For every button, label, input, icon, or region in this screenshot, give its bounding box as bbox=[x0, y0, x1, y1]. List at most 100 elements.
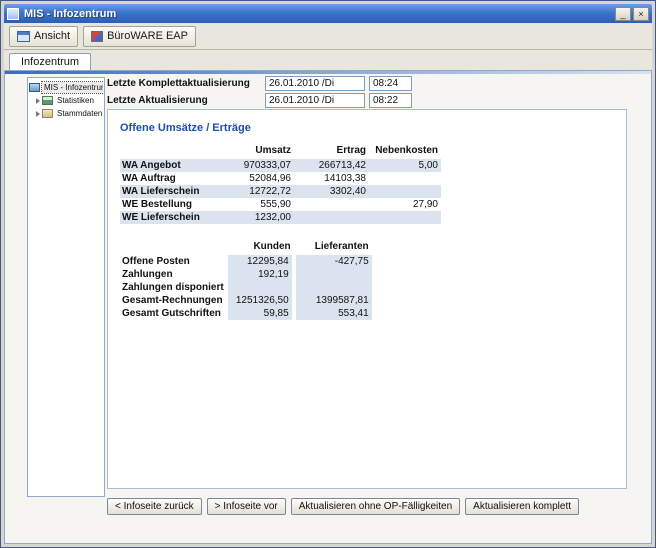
tree-item-mis-infozentrum[interactable]: MIS - Infozentrum bbox=[29, 81, 103, 94]
cell-lieferanten bbox=[294, 281, 372, 294]
time-field[interactable]: 08:24 bbox=[369, 76, 412, 91]
sales-table-header-row: Umsatz Ertrag Nebenkosten bbox=[120, 144, 441, 159]
footer-buttons: < Infoseite zurück > Infoseite vor Aktua… bbox=[107, 498, 579, 515]
col-header-nebenkosten: Nebenkosten bbox=[369, 144, 441, 159]
cell-ertrag: 3302,40 bbox=[294, 185, 369, 198]
cell-umsatz: 12722,72 bbox=[212, 185, 294, 198]
row-label: WE Bestellung bbox=[120, 198, 212, 211]
table-row: WA Angebot970333,07266713,425,00 bbox=[120, 159, 441, 172]
table-row: WA Auftrag52084,9614103,38 bbox=[120, 172, 441, 185]
table-row: WE Lieferschein1232,00 bbox=[120, 211, 441, 224]
row-label: Offene Posten bbox=[120, 255, 226, 268]
col-header-blank bbox=[120, 240, 226, 255]
row-label: Zahlungen disponiert bbox=[120, 281, 226, 294]
table-row: Zahlungen192,19 bbox=[120, 268, 372, 281]
update-row: Letzte Komplettaktualisierung 26.01.2010… bbox=[107, 75, 412, 91]
table-row: WA Lieferschein12722,723302,40 bbox=[120, 185, 441, 198]
navigation-tree: MIS - Infozentrum Statistiken Stammdaten bbox=[27, 77, 105, 497]
minimize-button[interactable]: _ bbox=[615, 7, 631, 21]
eap-button-label: BüroWARE EAP bbox=[107, 30, 188, 42]
bueroware-eap-button[interactable]: BüroWARE EAP bbox=[83, 26, 196, 47]
accounts-table: Kunden Lieferanten Offene Posten12295,84… bbox=[120, 240, 372, 320]
cell-nebenkosten bbox=[369, 172, 441, 185]
row-label: Gesamt Gutschriften bbox=[120, 307, 226, 320]
date-field[interactable]: 26.01.2010 /Di bbox=[265, 76, 365, 91]
col-header-ertrag: Ertrag bbox=[294, 144, 369, 159]
cell-nebenkosten: 5,00 bbox=[369, 159, 441, 172]
cell-umsatz: 555,90 bbox=[212, 198, 294, 211]
cell-nebenkosten: 27,90 bbox=[369, 198, 441, 211]
tree-item-label: Statistiken bbox=[55, 95, 96, 106]
accent-strip bbox=[5, 71, 651, 74]
app-window: MIS - Infozentrum _ × Ansicht BüroWARE E… bbox=[0, 0, 656, 548]
main-area: MIS - Infozentrum Statistiken Stammdaten… bbox=[4, 70, 652, 544]
cell-umsatz: 1232,00 bbox=[212, 211, 294, 224]
tab-infozentrum[interactable]: Infozentrum bbox=[9, 53, 91, 70]
row-label: WE Lieferschein bbox=[120, 211, 212, 224]
accounts-table-header-row: Kunden Lieferanten bbox=[120, 240, 372, 255]
update-info: Letzte Komplettaktualisierung 26.01.2010… bbox=[107, 75, 412, 109]
table-row: Gesamt-Rechnungen1251326,501399587,81 bbox=[120, 294, 372, 307]
masterdata-icon bbox=[42, 109, 53, 118]
infoseite-vor-button[interactable]: > Infoseite vor bbox=[207, 498, 286, 515]
app-icon bbox=[7, 8, 19, 20]
col-header-blank bbox=[120, 144, 212, 159]
cell-ertrag bbox=[294, 211, 369, 224]
infocenter-icon bbox=[29, 83, 40, 92]
tabstrip: Infozentrum bbox=[4, 50, 652, 70]
update-row: Letzte Aktualisierung 26.01.2010 /Di 08:… bbox=[107, 92, 412, 108]
cell-kunden: 59,85 bbox=[226, 307, 294, 320]
close-button[interactable]: × bbox=[633, 7, 649, 21]
cell-nebenkosten bbox=[369, 211, 441, 224]
cell-lieferanten bbox=[294, 268, 372, 281]
cell-ertrag: 266713,42 bbox=[294, 159, 369, 172]
col-header-lieferanten: Lieferanten bbox=[294, 240, 372, 255]
aktualisieren-komplett-button[interactable]: Aktualisieren komplett bbox=[465, 498, 579, 515]
aktualisieren-ohne-op-faelligkeiten-button[interactable]: Aktualisieren ohne OP-Fälligkeiten bbox=[291, 498, 460, 515]
row-label: Gesamt-Rechnungen bbox=[120, 294, 226, 307]
table-row: Offene Posten12295,84-427,75 bbox=[120, 255, 372, 268]
cell-ertrag: 14103,38 bbox=[294, 172, 369, 185]
view-icon bbox=[17, 31, 30, 42]
tree-item-label: Stammdaten bbox=[55, 108, 103, 119]
expander-icon[interactable] bbox=[36, 98, 40, 104]
cell-umsatz: 970333,07 bbox=[212, 159, 294, 172]
ansicht-button-label: Ansicht bbox=[34, 30, 70, 42]
statistics-icon bbox=[42, 96, 53, 105]
report-panel: Offene Umsätze / Erträge Umsatz Ertrag N… bbox=[107, 109, 627, 489]
infoseite-zurueck-button[interactable]: < Infoseite zurück bbox=[107, 498, 202, 515]
cell-nebenkosten bbox=[369, 185, 441, 198]
cell-kunden: 192,19 bbox=[226, 268, 294, 281]
row-label: Zahlungen bbox=[120, 268, 226, 281]
row-label: WA Angebot bbox=[120, 159, 212, 172]
cell-umsatz: 52084,96 bbox=[212, 172, 294, 185]
cell-lieferanten: 553,41 bbox=[294, 307, 372, 320]
tree-item-statistiken[interactable]: Statistiken bbox=[29, 94, 103, 107]
col-header-kunden: Kunden bbox=[226, 240, 294, 255]
date-field[interactable]: 26.01.2010 /Di bbox=[265, 93, 365, 108]
table-row: Gesamt Gutschriften59,85553,41 bbox=[120, 307, 372, 320]
cell-kunden: 1251326,50 bbox=[226, 294, 294, 307]
cell-ertrag bbox=[294, 198, 369, 211]
titlebar[interactable]: MIS - Infozentrum _ × bbox=[4, 4, 652, 23]
toolbar: Ansicht BüroWARE EAP bbox=[4, 23, 652, 50]
row-label: WA Auftrag bbox=[120, 172, 212, 185]
report-heading: Offene Umsätze / Erträge bbox=[120, 122, 626, 134]
window-title: MIS - Infozentrum bbox=[24, 8, 613, 20]
cell-kunden: 12295,84 bbox=[226, 255, 294, 268]
expander-icon[interactable] bbox=[36, 111, 40, 117]
time-field[interactable]: 08:22 bbox=[369, 93, 412, 108]
update-label: Letzte Aktualisierung bbox=[107, 95, 265, 106]
update-label: Letzte Komplettaktualisierung bbox=[107, 78, 265, 89]
sales-table: Umsatz Ertrag Nebenkosten WA Angebot9703… bbox=[120, 144, 441, 224]
tree-item-label: MIS - Infozentrum bbox=[42, 82, 103, 93]
cell-kunden bbox=[226, 281, 294, 294]
eap-icon bbox=[91, 31, 103, 42]
table-row: WE Bestellung555,90 27,90 bbox=[120, 198, 441, 211]
cell-lieferanten: 1399587,81 bbox=[294, 294, 372, 307]
cell-lieferanten: -427,75 bbox=[294, 255, 372, 268]
table-row: Zahlungen disponiert bbox=[120, 281, 372, 294]
tree-item-stammdaten[interactable]: Stammdaten bbox=[29, 107, 103, 120]
row-label: WA Lieferschein bbox=[120, 185, 212, 198]
ansicht-button[interactable]: Ansicht bbox=[9, 26, 78, 47]
